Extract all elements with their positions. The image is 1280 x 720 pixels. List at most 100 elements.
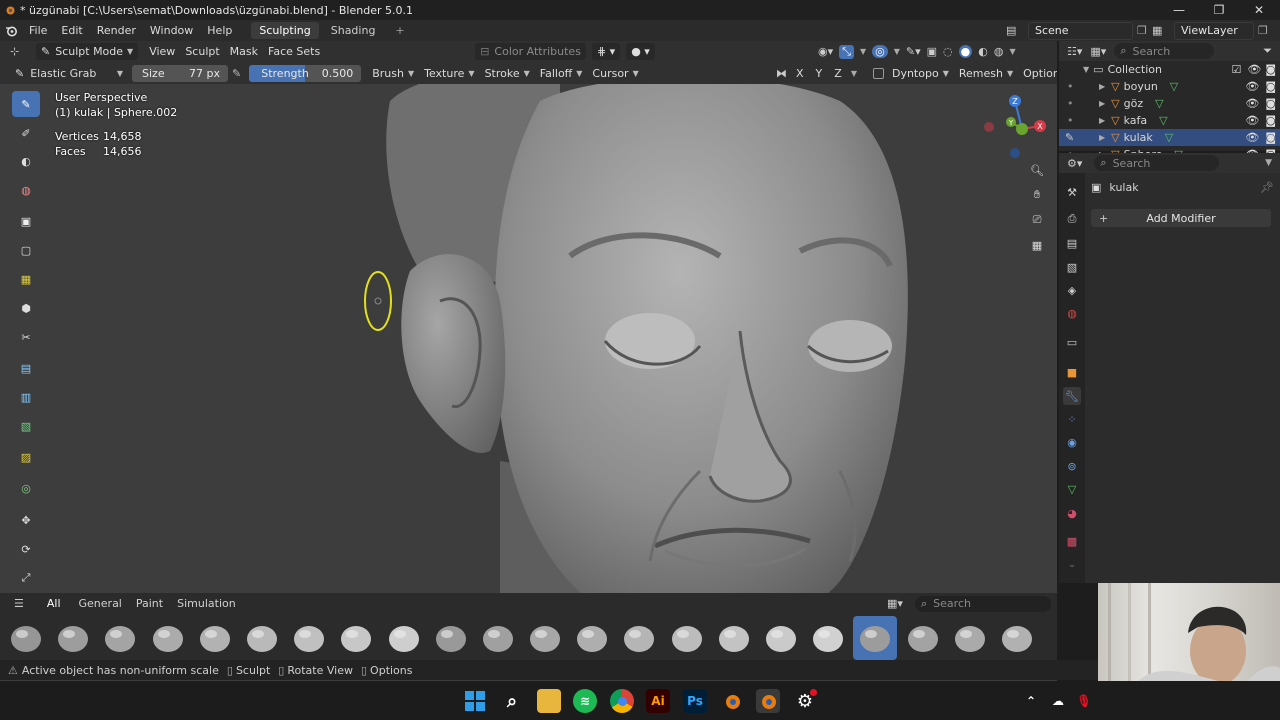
brush-selector[interactable]: ✎ Elastic Grab ▼ [10, 65, 128, 82]
camera-icon[interactable]: ◙ [1265, 97, 1276, 110]
menu-view[interactable]: View [144, 43, 180, 60]
menu-window[interactable]: Window [143, 24, 200, 37]
brush-thumbnail[interactable] [570, 616, 614, 660]
brush-thumbnail[interactable] [193, 616, 237, 660]
world-tab-icon[interactable]: ◍ [1063, 304, 1081, 322]
options-dropdown[interactable]: Options▼ [1021, 65, 1057, 82]
shelf-search-input[interactable]: ⌕ Search [915, 595, 1051, 612]
menu-texture[interactable]: Texture ▼ [419, 65, 479, 82]
menu-brush[interactable]: Brush ▼ [367, 65, 419, 82]
camera-icon[interactable]: ◙ [1265, 131, 1276, 144]
rendered-shading-icon[interactable]: ◍ [994, 45, 1004, 58]
physics-tab-icon[interactable]: ◉ [1063, 433, 1081, 451]
editor-type-icon[interactable]: ⊹ [10, 45, 22, 58]
sculpt-mesh-head[interactable] [0, 41, 1057, 681]
collection-tab-icon[interactable]: ▭ [1063, 333, 1081, 351]
wireframe-shading-icon[interactable]: ◌ [943, 45, 953, 58]
brush-thumbnail[interactable] [853, 616, 898, 660]
render-tab-icon[interactable]: ⎙ [1063, 210, 1081, 228]
onedrive-cloud-icon[interactable]: ☁ [1046, 689, 1070, 713]
view-layer-tab-icon[interactable]: ▧ [1063, 258, 1081, 276]
tab-sculpting[interactable]: Sculpting [251, 22, 319, 39]
scene-tab-icon[interactable]: ◈ [1063, 281, 1081, 299]
mesh-filter-tool-icon[interactable]: ▤ [12, 355, 40, 381]
microphone-icon[interactable]: 🎙︎ [1072, 689, 1096, 713]
brush-thumbnail[interactable] [240, 616, 284, 660]
brush-thumbnail[interactable] [617, 616, 661, 660]
menu-help[interactable]: Help [200, 24, 239, 37]
shelf-tab-simulation[interactable]: Simulation [170, 595, 243, 612]
scene-selector[interactable]: ▤ Scene ❐ [1006, 21, 1147, 40]
spotify-icon[interactable]: ≋ [573, 689, 597, 713]
cloth-filter-tool-icon[interactable]: ▥ [12, 384, 40, 410]
draw-brush-tool-icon[interactable]: ✎ [12, 91, 40, 117]
properties-editor-icon[interactable]: ⚙▾ [1067, 157, 1082, 170]
menu-edit[interactable]: Edit [54, 24, 89, 37]
dyntopo-checkbox[interactable] [872, 67, 884, 79]
strength-field[interactable]: Strength 0.500 [249, 64, 362, 82]
mask-by-color-tool-icon[interactable]: ◎ [12, 475, 40, 501]
color-attributes-dropdown[interactable]: ⊟ Color Attributes [475, 43, 586, 60]
brush-thumbnail[interactable] [665, 616, 709, 660]
outliner-row-object[interactable]: • ▶ ▽ boyun ▽ 👁︎ ◙ [1059, 78, 1280, 95]
maximize-button[interactable]: ❐ [1199, 0, 1239, 20]
outliner-search-input[interactable]: ⌕ Search [1114, 43, 1215, 59]
eye-icon[interactable]: 👁︎ [1245, 114, 1259, 127]
brush-thumbnail[interactable] [382, 616, 426, 660]
edit-face-set-tool-icon[interactable]: ▨ [12, 444, 40, 470]
navigation-gizmo[interactable]: Z Y X [980, 89, 1050, 159]
brush-thumbnail[interactable] [806, 616, 850, 660]
menu-render[interactable]: Render [90, 24, 143, 37]
hamburger-menu-icon[interactable]: ☰ [14, 597, 24, 610]
display-mode-icon[interactable]: ▦▾ [1090, 45, 1106, 58]
menu-falloff[interactable]: Falloff ▼ [535, 65, 588, 82]
perspective-toggle-icon[interactable]: ▦ [1026, 234, 1048, 256]
edit-mode-icon[interactable]: ✎ [1065, 131, 1074, 144]
brush-thumbnail[interactable] [429, 616, 473, 660]
brush-thumbnail[interactable] [98, 616, 142, 660]
rotate-tool-icon[interactable]: ⟳ [12, 536, 40, 562]
menu-face-sets[interactable]: Face Sets [263, 43, 325, 60]
size-pressure-icon[interactable]: ✎ [232, 67, 241, 80]
outliner-row-object[interactable]: • ▶ ▽ göz ▽ 👁︎ ◙ [1059, 95, 1280, 112]
shading-dot-icon[interactable]: ● ▾ [626, 43, 655, 60]
close-button[interactable]: ✕ [1239, 0, 1279, 20]
brush-thumbnail[interactable] [995, 616, 1039, 660]
3d-viewport[interactable]: ⊹ ✎ Sculpt Mode ▼ View Sculpt Mask Face S… [0, 41, 1057, 681]
properties-search-input[interactable]: ⌕ Search [1094, 155, 1220, 171]
brush-thumbnail[interactable] [146, 616, 190, 660]
outliner-row-collection[interactable]: ▼ ▭ Collection ☑ 👁︎ ◙ [1059, 61, 1280, 78]
brush-thumbnail[interactable] [51, 616, 95, 660]
dyntopo-dropdown[interactable]: Dyntopo ▼ [890, 65, 951, 82]
shelf-tab-general[interactable]: General [72, 595, 129, 612]
modifier-tab-icon[interactable]: 🔧︎ [1063, 387, 1081, 405]
mirror-icon[interactable]: ⧓ [776, 67, 787, 80]
display-options-icon[interactable]: ▦▾ [887, 597, 903, 610]
line-project-tool-icon[interactable]: ✂ [12, 324, 40, 350]
illustrator-icon[interactable]: Ai [646, 689, 670, 713]
outliner-row-object[interactable]: • ▶ ▽ kafa ▽ 👁︎ ◙ [1059, 112, 1280, 129]
face-set-tool-icon[interactable]: ▦ [12, 266, 40, 292]
minimize-button[interactable]: — [1159, 0, 1199, 20]
brush-thumbnail[interactable] [759, 616, 803, 660]
add-workspace-button[interactable]: + [387, 22, 412, 39]
menu-mask[interactable]: Mask [225, 43, 263, 60]
paint-tool-icon[interactable]: ✐ [12, 120, 40, 146]
eye-icon[interactable]: 👁︎ [1245, 131, 1259, 144]
brush-thumbnail[interactable] [901, 616, 945, 660]
blender-menu-icon[interactable] [0, 25, 22, 37]
eye-icon[interactable]: 👁︎ [1245, 97, 1259, 110]
expand-icon[interactable]: ▶ [1099, 133, 1105, 142]
color-filter-icon[interactable]: ▧ [12, 413, 40, 439]
trim-tool-icon[interactable]: ⬢ [12, 295, 40, 321]
camera-icon[interactable]: ◙ [1265, 80, 1276, 93]
outliner-row-object[interactable]: ✎ ▶ ▽ kulak ▽ 👁︎ ◙ [1059, 129, 1280, 146]
brush-thumbnail[interactable] [4, 616, 48, 660]
brush-thumbnail[interactable] [334, 616, 378, 660]
scale-tool-icon[interactable]: ⤢ [12, 565, 40, 591]
eye-icon[interactable]: 👁︎ [1245, 80, 1259, 93]
menu-sculpt[interactable]: Sculpt [180, 43, 224, 60]
object-tab-icon[interactable]: ■ [1063, 363, 1081, 381]
chevron-down-icon[interactable]: ⌄ [1063, 556, 1081, 574]
brush-thumbnail[interactable] [287, 616, 331, 660]
